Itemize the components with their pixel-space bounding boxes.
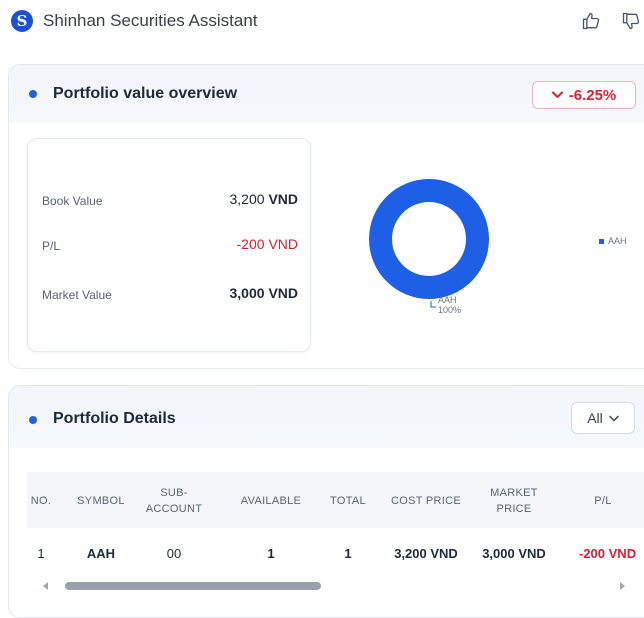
assistant-panel: S Shinhan Securities Assistant Portfolio… [0, 0, 644, 618]
cell-cost-price: 3,200 VND [394, 546, 458, 561]
column-header-pl: P/L [594, 495, 612, 507]
values-box: Book Value 3,200 VND P/L -200 VND Market… [27, 138, 311, 352]
column-header-symbol: SYMBOL [77, 495, 125, 507]
cell-pl: -200 VND [579, 546, 637, 561]
bullet-dot-icon [29, 90, 37, 98]
portfolio-details-card: Portfolio Details All NO. SYMBOL SUB- ACCO… [8, 385, 644, 618]
column-header-available: AVAILABLE [240, 495, 302, 507]
chevron-down-icon [551, 91, 563, 98]
slice-percent: 100% [438, 305, 461, 315]
details-card-header: Portfolio Details All [9, 386, 644, 448]
pl-row: P/L -200 VND [42, 236, 298, 258]
cell-market-price: 3,000 VND [482, 546, 546, 561]
cell-available: 1 [267, 546, 275, 561]
cell-no: 1 [37, 546, 45, 561]
slice-leader-line [430, 301, 436, 308]
market-value-label: Market Value [42, 288, 112, 302]
market-value-row: Market Value 3,000 VND [42, 285, 298, 307]
shinhan-logo-icon: S [11, 10, 33, 32]
bullet-dot-icon [29, 416, 37, 424]
book-value-label: Book Value [42, 194, 103, 208]
thumbs-up-icon [582, 12, 600, 30]
book-value-currency: VND [268, 191, 298, 207]
legend-label: AAH [608, 236, 627, 246]
allocation-donut-chart: AAH 100% [359, 177, 499, 327]
change-value: -6.25% [568, 86, 617, 104]
market-value-number: 3,000 [229, 285, 265, 301]
chevron-down-icon [608, 415, 619, 421]
pl-amount: -200 VND [237, 236, 298, 252]
book-value-number: 3,200 [229, 191, 265, 207]
overview-title: Portfolio value overview [53, 85, 238, 102]
app-header: S Shinhan Securities Assistant [0, 0, 644, 44]
market-value-currency: VND [268, 285, 298, 301]
scroll-left-arrow-icon[interactable] [43, 582, 48, 590]
horizontal-scrollbar[interactable] [35, 579, 635, 593]
filter-value: All [587, 410, 603, 426]
thumbs-down-icon [622, 12, 640, 30]
portfolio-overview-card: Portfolio value overview -6.25% Book Val… [8, 64, 644, 369]
cell-total: 1 [344, 546, 352, 561]
overview-card-header: Portfolio value overview -6.25% [9, 65, 644, 123]
donut-slice-aah [369, 179, 489, 299]
pl-label: P/L [42, 239, 61, 253]
pl-number: -200 [236, 236, 265, 252]
cell-symbol: AAH [86, 546, 116, 561]
scroll-right-arrow-icon[interactable] [620, 582, 625, 590]
app-title: Shinhan Securities Assistant [43, 11, 258, 30]
slice-label: AAH [438, 295, 457, 305]
column-header-sub-account: SUB- ACCOUNT [145, 487, 203, 515]
book-value-amount: 3,200 VND [230, 191, 299, 207]
legend-swatch [599, 238, 604, 244]
column-header-cost-price: COST PRICE [390, 495, 462, 507]
thumbs-down-button[interactable] [620, 10, 642, 32]
pl-currency: VND [268, 236, 298, 252]
cell-sub-account: 00 [166, 546, 182, 561]
details-title: Portfolio Details [53, 410, 176, 427]
scrollbar-thumb[interactable] [65, 582, 321, 590]
donut-svg: AAH 100% [369, 179, 489, 315]
filter-select[interactable]: All [571, 402, 635, 434]
chart-legend: AAH [599, 236, 627, 246]
book-value-row: Book Value 3,200 VND [42, 191, 298, 213]
column-header-total: TOTAL [330, 495, 366, 507]
column-header-no: NO. [30, 495, 52, 507]
column-header-market-price: MARKET PRICE [490, 487, 538, 515]
market-value-amount: 3,000 VND [230, 285, 299, 301]
change-badge: -6.25% [532, 81, 636, 109]
thumbs-up-button[interactable] [580, 10, 602, 32]
